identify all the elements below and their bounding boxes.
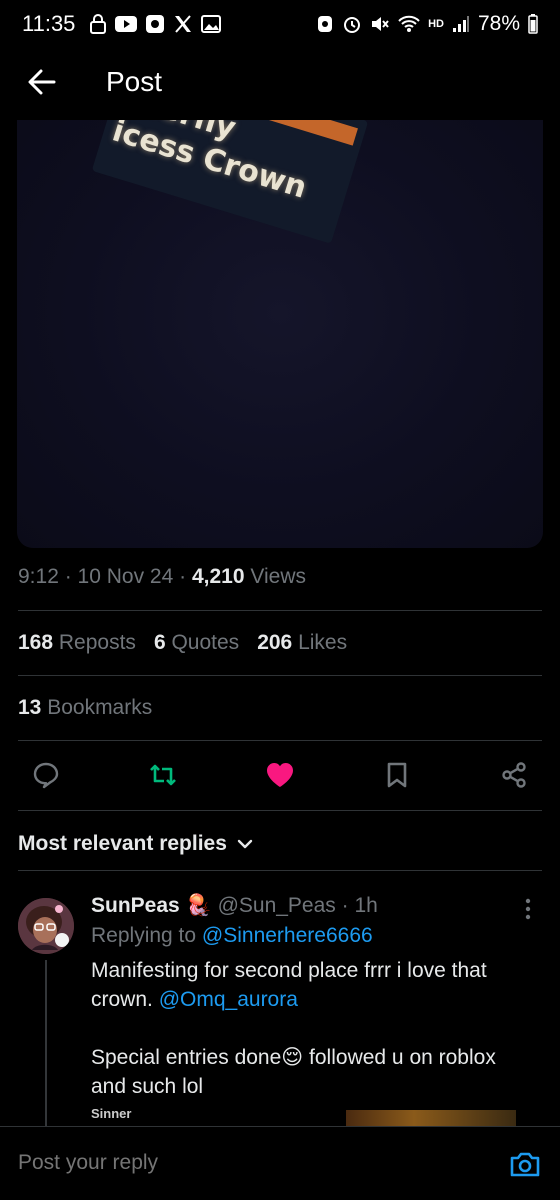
youtube-icon [115, 15, 138, 33]
quoted-post-thumbnail[interactable] [346, 1110, 516, 1126]
thread-line [45, 960, 47, 1126]
more-options-button[interactable] [516, 896, 540, 922]
replying-to: Replying to @Sinnerhere6666 [91, 924, 373, 948]
reply-header: SunPeas 🪼 @Sun_Peas · 1h [91, 894, 378, 918]
divider [18, 870, 542, 871]
notification-icon [316, 14, 334, 34]
quotes-stat[interactable]: 6 Quotes [154, 631, 239, 655]
bookmarks-stat[interactable]: 13 Bookmarks [18, 696, 152, 720]
likes-label: Likes [298, 631, 348, 654]
likes-count: 206 [257, 631, 293, 654]
divider [18, 610, 542, 611]
arrow-left-icon [28, 69, 56, 95]
back-button[interactable] [22, 62, 62, 102]
post-media[interactable]: itterfly icess Crown [17, 120, 543, 548]
gallery-icon [201, 14, 222, 34]
divider [18, 810, 542, 811]
bookmark-icon [387, 762, 407, 788]
replying-to-label: Replying to [91, 924, 197, 947]
views-count: 4,210 [191, 565, 245, 588]
reply-item[interactable]: SunPeas 🪼 @Sun_Peas · 1h Replying to @Si… [0, 886, 560, 1126]
post-meta: 9:12 · 10 Nov 24 · 4,210 Views [18, 565, 306, 589]
likes-stat[interactable]: 206 Likes [257, 631, 347, 655]
reply-icon [33, 762, 59, 789]
replying-to-handle[interactable]: @Sinnerhere6666 [202, 924, 373, 947]
relieved-face-emoji-icon: 😌 [281, 1046, 304, 1069]
chevron-down-icon [237, 839, 253, 849]
lock-icon [89, 14, 107, 34]
reposts-count: 168 [18, 631, 54, 654]
meta-separator: · [64, 565, 78, 588]
wifi-icon [398, 15, 420, 33]
heart-icon [267, 763, 293, 787]
camera-button[interactable] [508, 1149, 542, 1179]
alarm-icon [342, 14, 362, 34]
reply-composer [0, 1126, 560, 1200]
battery-percent: 78% [477, 12, 520, 35]
reply-age: 1h [354, 894, 378, 917]
signal-icon [452, 15, 470, 33]
reposts-stat[interactable]: 168 Reposts [18, 631, 136, 655]
quotes-count: 6 [153, 631, 166, 654]
reply-text-line2: Special entries done [91, 1046, 282, 1069]
avatar[interactable] [18, 898, 74, 954]
share-button[interactable] [492, 754, 536, 796]
top-header: Post [0, 52, 560, 112]
quoted-post-author: Sinner [91, 1106, 132, 1121]
bookmark-button[interactable] [375, 754, 419, 796]
bookmarks-count: 13 [18, 696, 42, 719]
reply-author-name[interactable]: SunPeas [91, 894, 180, 917]
divider [18, 675, 542, 676]
vertical-dots-icon [525, 898, 531, 920]
status-time: 11:35 [22, 11, 76, 36]
status-right: HD 78% [316, 12, 538, 36]
mention-link[interactable]: @Omq_aurora [159, 988, 298, 1011]
engagement-stats: 168 Reposts 6 Quotes 206 Likes [18, 631, 347, 655]
reply-author-handle[interactable]: @Sun_Peas [218, 894, 336, 917]
quotes-label: Quotes [171, 631, 240, 654]
post-time: 9:12 [18, 565, 59, 588]
meta-separator: · [179, 565, 192, 588]
bookmarks-label: Bookmarks [47, 696, 153, 719]
battery-icon [528, 14, 538, 34]
reply-body: Manifesting for second place frrr i love… [91, 956, 531, 1101]
replies-sort-label: Most relevant replies [18, 832, 227, 855]
action-bar [24, 754, 536, 796]
status-left: 11:35 [22, 11, 222, 37]
jellyfish-emoji-icon: 🪼 [185, 894, 212, 917]
post-date: 10 Nov 24 [77, 565, 174, 588]
meta-separator: · [341, 894, 355, 917]
reposts-label: Reposts [58, 631, 136, 654]
share-icon [502, 762, 526, 788]
reply-button[interactable] [24, 754, 68, 796]
network-label: HD [428, 18, 444, 30]
instagram-icon [145, 14, 165, 34]
replies-sort-dropdown[interactable]: Most relevant replies [18, 832, 253, 856]
reply-input[interactable] [18, 1151, 458, 1175]
page-title: Post [106, 66, 163, 97]
x-logo-icon [173, 14, 193, 34]
camera-icon [510, 1152, 540, 1177]
status-bar: 11:35 HD 78% [0, 0, 560, 48]
repost-icon [150, 764, 176, 786]
divider [18, 740, 542, 741]
repost-button[interactable] [141, 754, 185, 796]
mute-icon [370, 14, 390, 34]
like-button[interactable] [258, 754, 302, 796]
views-label: Views [250, 565, 306, 588]
